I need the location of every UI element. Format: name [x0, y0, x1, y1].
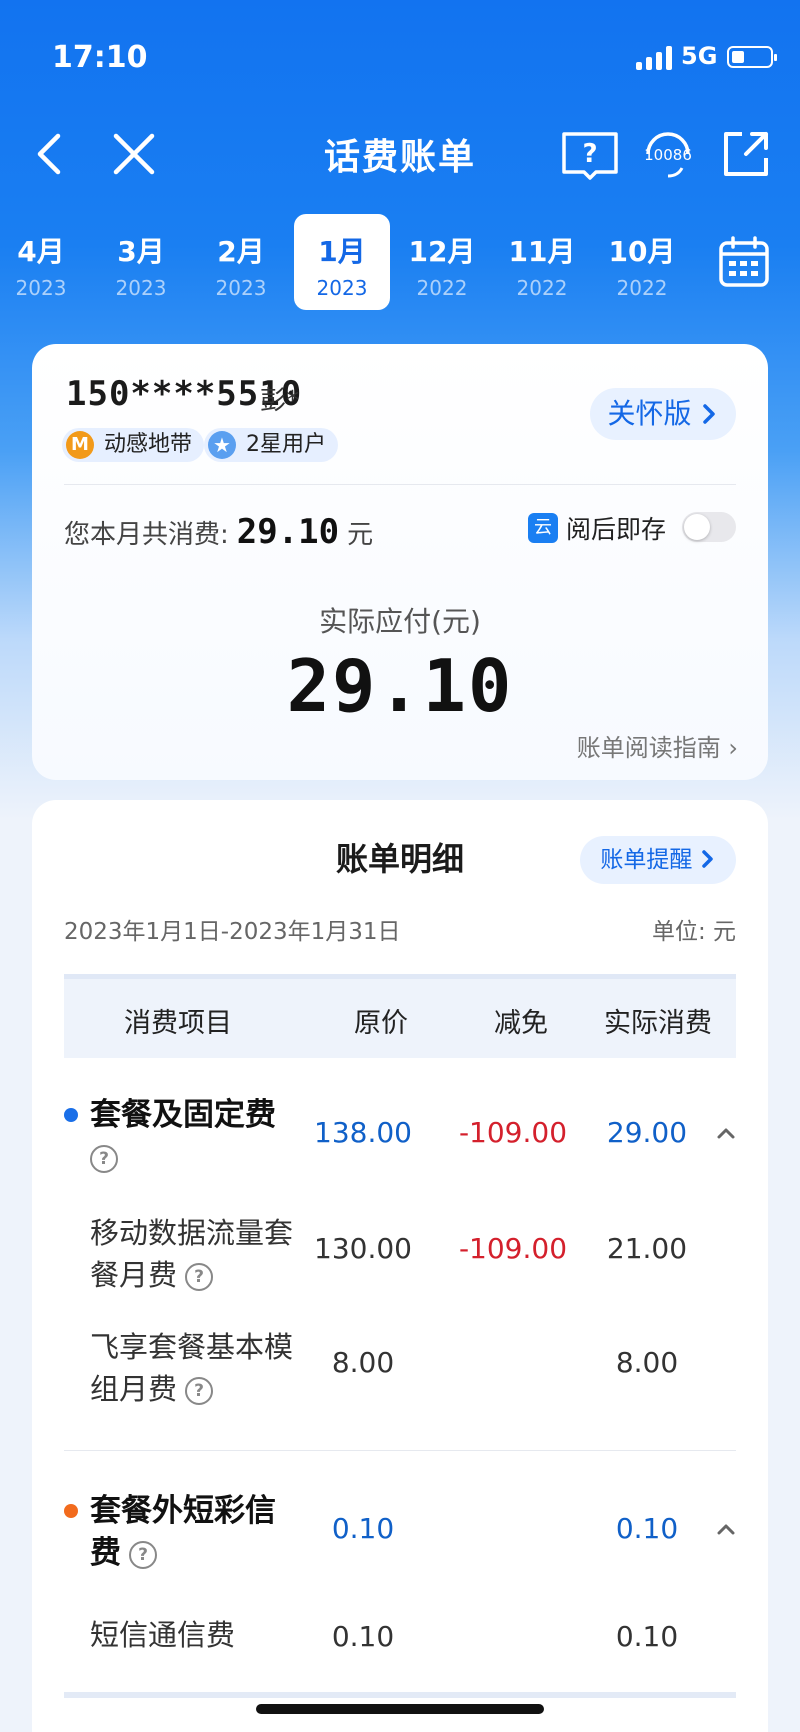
bill-detail-card: 账单明细 账单提醒 2023年1月1日-2023年1月31日 单位: 元 消费项…	[32, 800, 768, 1732]
group-discount: -109.00	[458, 1116, 568, 1149]
total-divider	[64, 1692, 736, 1698]
month-spend: 您本月共消费: 29.10 元	[64, 512, 374, 552]
chevron-right-icon	[703, 404, 716, 424]
month-tab-2023-04[interactable]: 4月 2023	[0, 214, 89, 310]
month-tab-2023-03[interactable]: 3月 2023	[93, 214, 189, 310]
help-icon[interactable]: ?	[185, 1377, 214, 1405]
summary-card: 150****5510 彭* 关怀版 M 动感地带 ★ 2星用户 您本月共消费:…	[32, 344, 768, 780]
item-name: 短信通信费	[90, 1618, 236, 1652]
calendar-icon[interactable]	[718, 236, 770, 288]
month-tab-2023-02[interactable]: 2月 2023	[193, 214, 289, 310]
item-row: 短信通信费 0.10 0.10	[64, 1614, 736, 1674]
group-name: 套餐外短彩信费	[90, 1493, 276, 1571]
share-icon[interactable]	[716, 124, 776, 184]
user-name: 彭*	[260, 386, 300, 416]
month-spend-amount: 29.10	[236, 512, 340, 552]
save-after-read: 云 阅后即存	[528, 510, 666, 546]
divider	[64, 484, 736, 485]
group-original: 0.10	[331, 1512, 395, 1545]
nav-bar: 话费账单 ? 10086	[0, 110, 800, 200]
month-tab-2022-12[interactable]: 12月 2022	[394, 214, 490, 310]
service-number: 10086	[644, 146, 692, 164]
chevron-right-icon	[701, 850, 713, 868]
item-actual: 21.00	[606, 1232, 688, 1265]
help-book-icon[interactable]: ?	[560, 124, 620, 184]
item-row: 移动数据流量套餐月费? 130.00 -109.00 21.00	[64, 1212, 736, 1312]
help-icon[interactable]: ?	[90, 1144, 118, 1173]
signal-icon	[636, 46, 672, 70]
header-discount: 减免	[494, 1008, 548, 1039]
month-tab-2022-10[interactable]: 10月 2022	[594, 214, 690, 310]
divider	[64, 1450, 736, 1451]
item-actual: 0.10	[615, 1620, 679, 1653]
pay-amount: 29.10	[286, 644, 514, 728]
cloud-save-icon: 云	[528, 513, 558, 543]
m-zone-icon: M	[66, 431, 94, 459]
chevron-up-icon[interactable]	[716, 1519, 736, 1539]
battery-icon	[727, 46, 777, 68]
month-tab-2022-11[interactable]: 11月 2022	[494, 214, 590, 310]
group-actual: 0.10	[615, 1512, 679, 1545]
customer-service-icon[interactable]: 10086	[638, 124, 698, 184]
item-original: 8.00	[331, 1346, 395, 1379]
help-icon[interactable]: ?	[129, 1540, 157, 1569]
item-original: 130.00	[314, 1232, 412, 1265]
header-original: 原价	[354, 1008, 408, 1039]
chevron-up-icon[interactable]	[716, 1123, 736, 1143]
header-item: 消费项目	[124, 1008, 232, 1039]
care-version-button[interactable]: 关怀版	[590, 388, 736, 440]
home-indicator	[256, 1704, 544, 1714]
plan-tag: M 动感地带	[62, 428, 205, 462]
group-dot	[64, 1504, 78, 1518]
network-type: 5G	[681, 42, 718, 70]
item-original: 0.10	[331, 1620, 395, 1653]
chevron-right-icon: ›	[728, 734, 738, 762]
star-level-tag: ★ 2星用户	[204, 428, 338, 462]
pay-label: 实际应付(元)	[319, 605, 481, 638]
save-toggle[interactable]	[682, 512, 736, 542]
group-row-sms[interactable]: 套餐外短彩信费? 0.10 0.10	[64, 1486, 736, 1596]
status-time: 17:10	[52, 40, 148, 75]
item-actual: 8.00	[615, 1346, 679, 1379]
group-row-package[interactable]: 套餐及固定费 ? 138.00 -109.00 29.00	[64, 1090, 736, 1200]
table-header: 消费项目 原价 减免 实际消费	[64, 974, 736, 1058]
status-bar: 17:10 5G	[0, 0, 800, 110]
item-row: 飞享套餐基本模组月费? 8.00 8.00	[64, 1326, 736, 1426]
group-actual: 29.00	[606, 1116, 688, 1149]
star-icon: ★	[208, 431, 236, 459]
item-discount: -109.00	[458, 1232, 568, 1265]
bill-guide-link[interactable]: 账单阅读指南 ›	[577, 728, 738, 763]
month-tab-2023-01[interactable]: 1月 2023	[294, 214, 390, 310]
bill-remind-button[interactable]: 账单提醒	[580, 836, 736, 884]
header-actual: 实际消费	[604, 1008, 712, 1039]
bill-unit: 单位: 元	[651, 919, 736, 945]
help-icon[interactable]: ?	[185, 1263, 214, 1291]
group-name: 套餐及固定费	[90, 1097, 276, 1133]
group-dot	[64, 1108, 78, 1122]
bill-period: 2023年1月1日-2023年1月31日	[64, 919, 401, 945]
month-tabs: 4月 2023 3月 2023 2月 2023 1月 2023 12月 2022 11月 2…	[0, 214, 800, 312]
svg-text:?: ?	[582, 139, 597, 169]
group-original: 138.00	[314, 1116, 412, 1149]
